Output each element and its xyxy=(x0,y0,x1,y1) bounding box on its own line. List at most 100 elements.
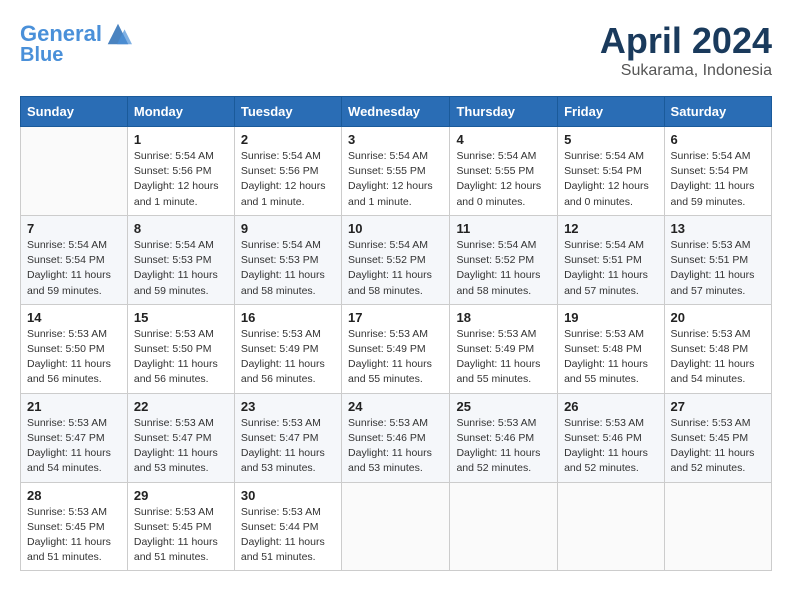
day-number: 21 xyxy=(27,399,121,414)
day-number: 30 xyxy=(241,488,335,503)
weekday-header-sunday: Sunday xyxy=(21,97,128,127)
calendar-cell: 2 Sunrise: 5:54 AMSunset: 5:56 PMDaylight… xyxy=(234,127,341,216)
calendar-cell: 19 Sunrise: 5:53 AMSunset: 5:48 PMDayligh… xyxy=(558,304,664,393)
day-info: Sunrise: 5:54 AMSunset: 5:53 PMDaylight:… xyxy=(241,238,335,299)
day-info: Sunrise: 5:53 AMSunset: 5:45 PMDaylight:… xyxy=(134,505,228,566)
day-info: Sunrise: 5:53 AMSunset: 5:49 PMDaylight:… xyxy=(241,327,335,388)
calendar-cell xyxy=(450,482,558,571)
calendar-cell: 14 Sunrise: 5:53 AMSunset: 5:50 PMDayligh… xyxy=(21,304,128,393)
day-info: Sunrise: 5:53 AMSunset: 5:44 PMDaylight:… xyxy=(241,505,335,566)
calendar-cell: 20 Sunrise: 5:53 AMSunset: 5:48 PMDayligh… xyxy=(664,304,771,393)
day-info: Sunrise: 5:54 AMSunset: 5:52 PMDaylight:… xyxy=(456,238,551,299)
calendar-week-4: 21 Sunrise: 5:53 AMSunset: 5:47 PMDayligh… xyxy=(21,393,772,482)
calendar-cell: 5 Sunrise: 5:54 AMSunset: 5:54 PMDaylight… xyxy=(558,127,664,216)
day-info: Sunrise: 5:53 AMSunset: 5:48 PMDaylight:… xyxy=(671,327,765,388)
day-number: 22 xyxy=(134,399,228,414)
calendar-cell: 30 Sunrise: 5:53 AMSunset: 5:44 PMDayligh… xyxy=(234,482,341,571)
weekday-header-friday: Friday xyxy=(558,97,664,127)
calendar-week-1: 1 Sunrise: 5:54 AMSunset: 5:56 PMDaylight… xyxy=(21,127,772,216)
weekday-header-thursday: Thursday xyxy=(450,97,558,127)
calendar-cell: 28Sunrise: 5:53 AMSunset: 5:45 PMDayligh… xyxy=(21,482,128,571)
day-info: Sunrise: 5:53 AMSunset: 5:51 PMDaylight:… xyxy=(671,238,765,299)
calendar-cell: 11 Sunrise: 5:54 AMSunset: 5:52 PMDayligh… xyxy=(450,215,558,304)
day-info: Sunrise: 5:54 AMSunset: 5:52 PMDaylight:… xyxy=(348,238,443,299)
logo-text: General xyxy=(20,22,102,46)
weekday-header-wednesday: Wednesday xyxy=(342,97,450,127)
day-number: 11 xyxy=(456,221,551,236)
calendar-cell: 10 Sunrise: 5:54 AMSunset: 5:52 PMDayligh… xyxy=(342,215,450,304)
day-info: Sunrise: 5:54 AMSunset: 5:54 PMDaylight:… xyxy=(27,238,121,299)
day-number: 19 xyxy=(564,310,657,325)
logo-icon xyxy=(104,20,132,48)
day-info: Sunrise: 5:54 AMSunset: 5:54 PMDaylight:… xyxy=(671,149,765,210)
day-number: 5 xyxy=(564,132,657,147)
calendar-cell: 1Sunrise: 5:54 AMSunset: 5:56 PMDaylight… xyxy=(127,127,234,216)
calendar-cell: 27 Sunrise: 5:53 AMSunset: 5:45 PMDayligh… xyxy=(664,393,771,482)
day-info: Sunrise: 5:54 AMSunset: 5:54 PMDaylight:… xyxy=(564,149,657,210)
day-info: Sunrise: 5:54 AMSunset: 5:51 PMDaylight:… xyxy=(564,238,657,299)
day-number: 7 xyxy=(27,221,121,236)
day-number: 14 xyxy=(27,310,121,325)
location-subtitle: Sukarama, Indonesia xyxy=(600,62,772,80)
day-info: Sunrise: 5:53 AMSunset: 5:48 PMDaylight:… xyxy=(564,327,657,388)
calendar-week-2: 7 Sunrise: 5:54 AMSunset: 5:54 PMDaylight… xyxy=(21,215,772,304)
day-number: 4 xyxy=(456,132,551,147)
day-number: 1 xyxy=(134,132,228,147)
day-number: 20 xyxy=(671,310,765,325)
day-info: Sunrise: 5:54 AMSunset: 5:55 PMDaylight:… xyxy=(456,149,551,210)
day-number: 29 xyxy=(134,488,228,503)
calendar-cell: 3Sunrise: 5:54 AMSunset: 5:55 PMDaylight… xyxy=(342,127,450,216)
calendar-cell: 21 Sunrise: 5:53 AMSunset: 5:47 PMDayligh… xyxy=(21,393,128,482)
calendar-cell: 13 Sunrise: 5:53 AMSunset: 5:51 PMDayligh… xyxy=(664,215,771,304)
day-info: Sunrise: 5:54 AMSunset: 5:53 PMDaylight:… xyxy=(134,238,228,299)
day-number: 12 xyxy=(564,221,657,236)
calendar-cell: 22 Sunrise: 5:53 AMSunset: 5:47 PMDayligh… xyxy=(127,393,234,482)
day-number: 24 xyxy=(348,399,443,414)
page-header: General Blue April 2024 Sukarama, Indone… xyxy=(20,20,772,80)
calendar-cell: 25 Sunrise: 5:53 AMSunset: 5:46 PMDayligh… xyxy=(450,393,558,482)
day-number: 16 xyxy=(241,310,335,325)
calendar-cell: 7 Sunrise: 5:54 AMSunset: 5:54 PMDaylight… xyxy=(21,215,128,304)
day-info: Sunrise: 5:53 AMSunset: 5:50 PMDaylight:… xyxy=(27,327,121,388)
calendar-cell: 23Sunrise: 5:53 AMSunset: 5:47 PMDayligh… xyxy=(234,393,341,482)
calendar-cell: 26 Sunrise: 5:53 AMSunset: 5:46 PMDayligh… xyxy=(558,393,664,482)
calendar-cell: 9 Sunrise: 5:54 AMSunset: 5:53 PMDaylight… xyxy=(234,215,341,304)
day-number: 13 xyxy=(671,221,765,236)
calendar-cell: 24 Sunrise: 5:53 AMSunset: 5:46 PMDayligh… xyxy=(342,393,450,482)
weekday-header-saturday: Saturday xyxy=(664,97,771,127)
calendar-cell xyxy=(558,482,664,571)
day-number: 10 xyxy=(348,221,443,236)
day-number: 27 xyxy=(671,399,765,414)
calendar-cell xyxy=(342,482,450,571)
day-number: 3 xyxy=(348,132,443,147)
title-block: April 2024 Sukarama, Indonesia xyxy=(600,20,772,80)
day-number: 9 xyxy=(241,221,335,236)
day-info: Sunrise: 5:53 AMSunset: 5:50 PMDaylight:… xyxy=(134,327,228,388)
calendar-cell xyxy=(664,482,771,571)
weekday-header-tuesday: Tuesday xyxy=(234,97,341,127)
logo: General Blue xyxy=(20,20,132,66)
calendar-cell: 15Sunrise: 5:53 AMSunset: 5:50 PMDayligh… xyxy=(127,304,234,393)
day-info: Sunrise: 5:53 AMSunset: 5:49 PMDaylight:… xyxy=(348,327,443,388)
calendar-cell: 29 Sunrise: 5:53 AMSunset: 5:45 PMDayligh… xyxy=(127,482,234,571)
day-number: 6 xyxy=(671,132,765,147)
day-number: 26 xyxy=(564,399,657,414)
weekday-header-monday: Monday xyxy=(127,97,234,127)
day-info: Sunrise: 5:53 AMSunset: 5:46 PMDaylight:… xyxy=(564,416,657,477)
calendar-cell: 16 Sunrise: 5:53 AMSunset: 5:49 PMDayligh… xyxy=(234,304,341,393)
day-info: Sunrise: 5:53 AMSunset: 5:49 PMDaylight:… xyxy=(456,327,551,388)
day-info: Sunrise: 5:53 AMSunset: 5:45 PMDaylight:… xyxy=(671,416,765,477)
day-number: 8 xyxy=(134,221,228,236)
day-info: Sunrise: 5:53 AMSunset: 5:46 PMDaylight:… xyxy=(348,416,443,477)
day-number: 18 xyxy=(456,310,551,325)
day-info: Sunrise: 5:53 AMSunset: 5:47 PMDaylight:… xyxy=(134,416,228,477)
calendar-cell xyxy=(21,127,128,216)
calendar-cell: 17Sunrise: 5:53 AMSunset: 5:49 PMDayligh… xyxy=(342,304,450,393)
day-info: Sunrise: 5:53 AMSunset: 5:46 PMDaylight:… xyxy=(456,416,551,477)
day-info: Sunrise: 5:53 AMSunset: 5:47 PMDaylight:… xyxy=(27,416,121,477)
day-info: Sunrise: 5:53 AMSunset: 5:45 PMDaylight:… xyxy=(27,505,121,566)
day-number: 2 xyxy=(241,132,335,147)
calendar-week-5: 28Sunrise: 5:53 AMSunset: 5:45 PMDayligh… xyxy=(21,482,772,571)
day-info: Sunrise: 5:54 AMSunset: 5:56 PMDaylight:… xyxy=(241,149,335,210)
day-number: 25 xyxy=(456,399,551,414)
